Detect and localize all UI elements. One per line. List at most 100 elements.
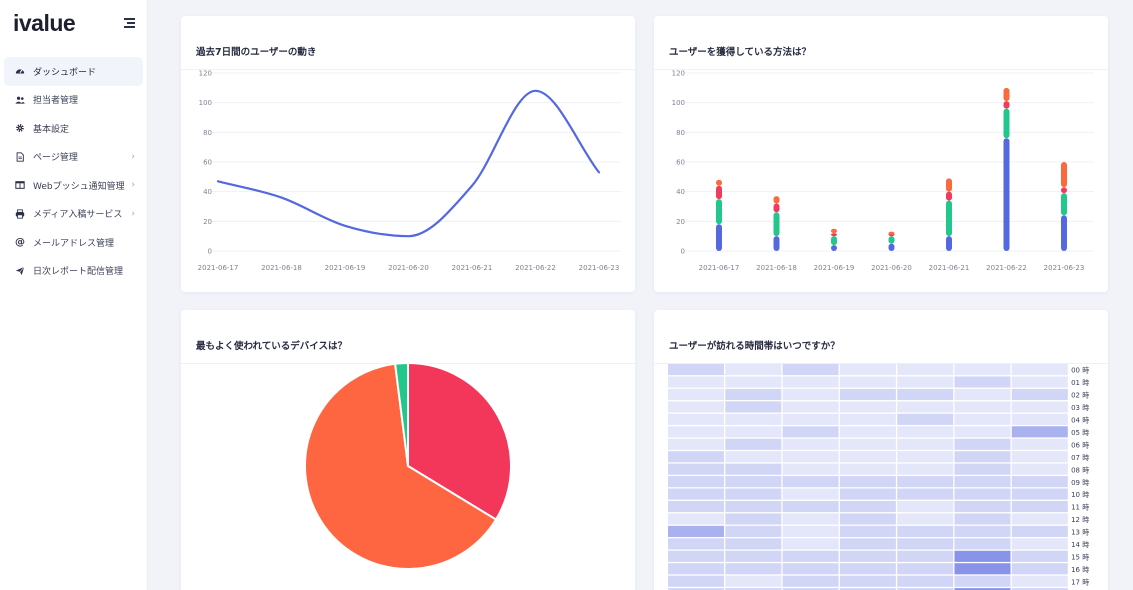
heatmap-cell[interactable] [782,525,839,537]
bar-segment[interactable] [1003,87,1010,102]
heatmap-cell[interactable] [725,364,782,376]
heatmap-cell[interactable] [668,575,724,587]
heatmap-cell[interactable] [839,388,896,401]
heatmap-cell[interactable] [668,513,724,525]
heatmap-cell[interactable] [1011,376,1068,388]
heatmap-cell[interactable] [954,413,1011,425]
bar-segment[interactable] [1003,108,1010,139]
heatmap-cell[interactable] [954,364,1011,376]
bar-segment[interactable] [888,243,895,251]
heatmap-cell[interactable] [668,413,724,425]
heatmap-cell[interactable] [1011,563,1068,575]
heatmap-cell[interactable] [839,476,896,488]
heatmap-cell[interactable] [668,401,724,413]
heatmap-cell[interactable] [668,500,724,513]
heatmap-cell[interactable] [1011,463,1068,475]
bar-segment[interactable] [831,228,837,234]
heatmap-cell[interactable] [1011,476,1068,488]
heatmap-cell[interactable] [1011,364,1068,376]
heatmap-cell[interactable] [668,463,724,475]
heatmap-cell[interactable] [1011,500,1068,513]
heatmap-cell[interactable] [839,575,896,587]
sidebar-item-at-sign[interactable]: @ メールアドレス管理 [4,228,143,257]
heatmap-cell[interactable] [954,476,1011,488]
bar-segment[interactable] [773,196,780,204]
heatmap-cell[interactable] [1011,401,1068,413]
heatmap-cell[interactable] [782,575,839,587]
bar-segment[interactable] [716,179,722,186]
heatmap-cell[interactable] [725,376,782,388]
heatmap-cell[interactable] [839,426,896,438]
sidebar-item-paper-plane[interactable]: 日次レポート配信管理 [4,257,143,286]
heatmap-cell[interactable] [897,451,954,463]
heatmap-cell[interactable] [954,438,1011,450]
heatmap-cell[interactable] [1011,525,1068,537]
series-line[interactable] [216,89,601,238]
bar-segment[interactable] [773,212,780,237]
heatmap-cell[interactable] [725,451,782,463]
heatmap-cell[interactable] [725,401,782,413]
heatmap-cell[interactable] [897,463,954,475]
heatmap-cell[interactable] [1011,488,1068,500]
heatmap-cell[interactable] [897,476,954,488]
heatmap-cell[interactable] [782,364,839,376]
bar-segment[interactable] [888,231,895,235]
heatmap-cell[interactable] [839,488,896,500]
heatmap-cell[interactable] [1011,413,1068,425]
heatmap-cell[interactable] [668,550,724,562]
heatmap-cell[interactable] [782,563,839,575]
heatmap-cell[interactable] [897,575,954,587]
heatmap-cell[interactable] [782,476,839,488]
heatmap-cell[interactable] [897,426,954,438]
heatmap-cell[interactable] [954,575,1011,587]
heatmap-cell[interactable] [1011,388,1068,401]
heatmap-cell[interactable] [839,364,896,376]
bar-segment[interactable] [831,233,837,237]
heatmap-cell[interactable] [839,550,896,562]
heatmap-cell[interactable] [839,538,896,550]
heatmap-cell[interactable] [954,500,1011,513]
app-logo[interactable]: ivalue [13,10,76,37]
heatmap-cell[interactable] [954,488,1011,500]
heatmap-cell[interactable] [668,451,724,463]
heatmap-cell[interactable] [954,513,1011,525]
heatmap-cell[interactable] [897,513,954,525]
heatmap-cell[interactable] [954,538,1011,550]
heatmap-cell[interactable] [897,413,954,425]
heatmap-cell[interactable] [725,488,782,500]
heatmap-cell[interactable] [897,388,954,401]
bar-segment[interactable] [946,236,952,251]
heatmap-cell[interactable] [782,463,839,475]
heatmap-cell[interactable] [897,364,954,376]
heatmap-cell[interactable] [725,388,782,401]
heatmap-cell[interactable] [782,413,839,425]
heatmap-cell[interactable] [897,376,954,388]
menu-toggle-icon[interactable] [121,18,135,30]
bar-segment[interactable] [1061,187,1067,194]
heatmap-cell[interactable] [668,364,724,376]
heatmap-cell[interactable] [668,388,724,401]
heatmap-cell[interactable] [782,401,839,413]
heatmap-cell[interactable] [839,500,896,513]
bar-segment[interactable] [773,203,780,213]
heatmap-cell[interactable] [839,413,896,425]
heatmap-cell[interactable] [954,376,1011,388]
heatmap-cell[interactable] [954,525,1011,537]
heatmap-cell[interactable] [725,476,782,488]
heatmap-cell[interactable] [782,550,839,562]
heatmap-cell[interactable] [668,438,724,450]
heatmap-cell[interactable] [725,438,782,450]
sidebar-item-window[interactable]: Webプッシュ通知管理 › [4,171,143,200]
bar-segment[interactable] [716,224,722,251]
heatmap-cell[interactable] [725,413,782,425]
heatmap-cell[interactable] [668,538,724,550]
heatmap-cell[interactable] [725,426,782,438]
bar-segment[interactable] [831,236,837,246]
heatmap-cell[interactable] [725,513,782,525]
bar-segment[interactable] [831,245,837,251]
heatmap-cell[interactable] [782,388,839,401]
heatmap-cell[interactable] [954,426,1011,438]
heatmap-cell[interactable] [725,538,782,550]
bar-segment[interactable] [773,236,780,251]
heatmap-cell[interactable] [954,388,1011,401]
